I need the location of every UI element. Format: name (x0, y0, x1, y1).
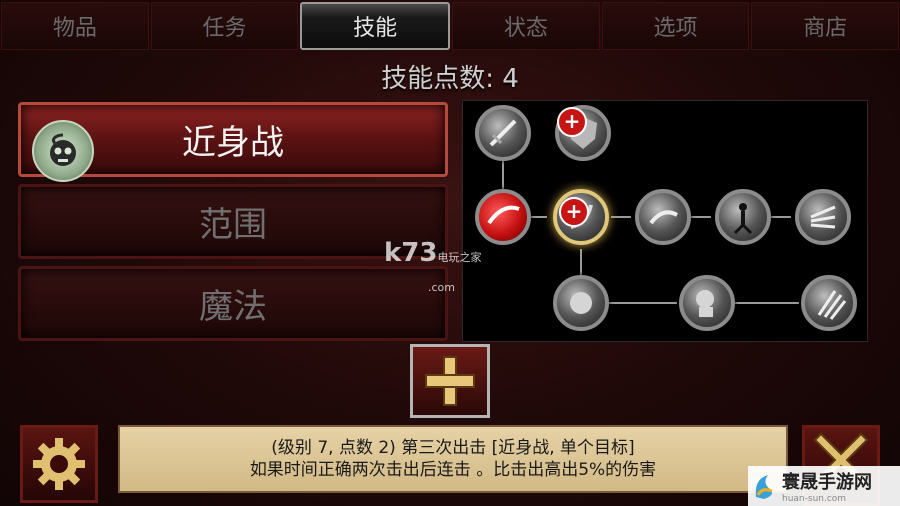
claw-skill-icon[interactable] (801, 275, 857, 331)
watermark-text: k73 (384, 238, 438, 268)
skill-description-line1: (级别 7, 点数 2) 第三次出击 [近身战, 单个目标] (271, 438, 635, 458)
stance-skill-icon[interactable] (715, 189, 771, 245)
tab-quests[interactable]: 任务 (150, 2, 299, 50)
site-logo-icon (755, 475, 773, 499)
whirl-skill-icon[interactable] (795, 189, 851, 245)
watermark-domain: .com (428, 281, 455, 294)
add-skill-point-button[interactable] (410, 344, 490, 418)
tab-shop[interactable]: 商店 (751, 2, 900, 50)
plus-icon (425, 356, 475, 406)
skill-description-panel: (级别 7, 点数 2) 第三次出击 [近身战, 单个目标] 如果时间正确两次击… (118, 425, 788, 493)
cleave-skill-icon[interactable] (635, 189, 691, 245)
watermark: k73电玩之家 .com (384, 238, 481, 298)
slash-skill-icon[interactable] (475, 189, 531, 245)
site-logo: 寰晟手游网 huan-sun.com (748, 466, 900, 506)
site-logo-name: 寰晟手游网 (782, 472, 872, 493)
site-logo-url: huan-sun.com (782, 494, 847, 504)
tab-status[interactable]: 状态 (452, 2, 600, 50)
fist-skill-icon[interactable] (553, 275, 609, 331)
settings-button[interactable] (20, 425, 98, 503)
skill-description-line2: 如果时间正确两次击出后连击 。比击出高出5%的伤害 (249, 460, 657, 480)
tab-bar: 物品 任务 技能 状态 选项 商店 (0, 0, 900, 52)
skill-tree-panel: + + (462, 100, 868, 342)
rage-skill-icon[interactable] (679, 275, 735, 331)
gear-icon (33, 438, 85, 490)
tab-skills[interactable]: 技能 (300, 2, 451, 50)
upgrade-plus-icon[interactable]: + (557, 107, 587, 137)
sword-skill-icon[interactable] (475, 105, 531, 161)
skill-points-label: 技能点数: 4 (381, 64, 519, 94)
category-melee-label: 近身战 (182, 123, 284, 163)
upgrade-plus-icon[interactable]: + (559, 197, 589, 227)
tab-items[interactable]: 物品 (1, 2, 149, 50)
category-range-label: 范围 (199, 205, 267, 245)
watermark-sub: 电玩之家 (437, 251, 482, 264)
tab-options[interactable]: 选项 (601, 2, 750, 50)
category-magic-label: 魔法 (199, 287, 267, 327)
skull-icon (32, 120, 94, 182)
